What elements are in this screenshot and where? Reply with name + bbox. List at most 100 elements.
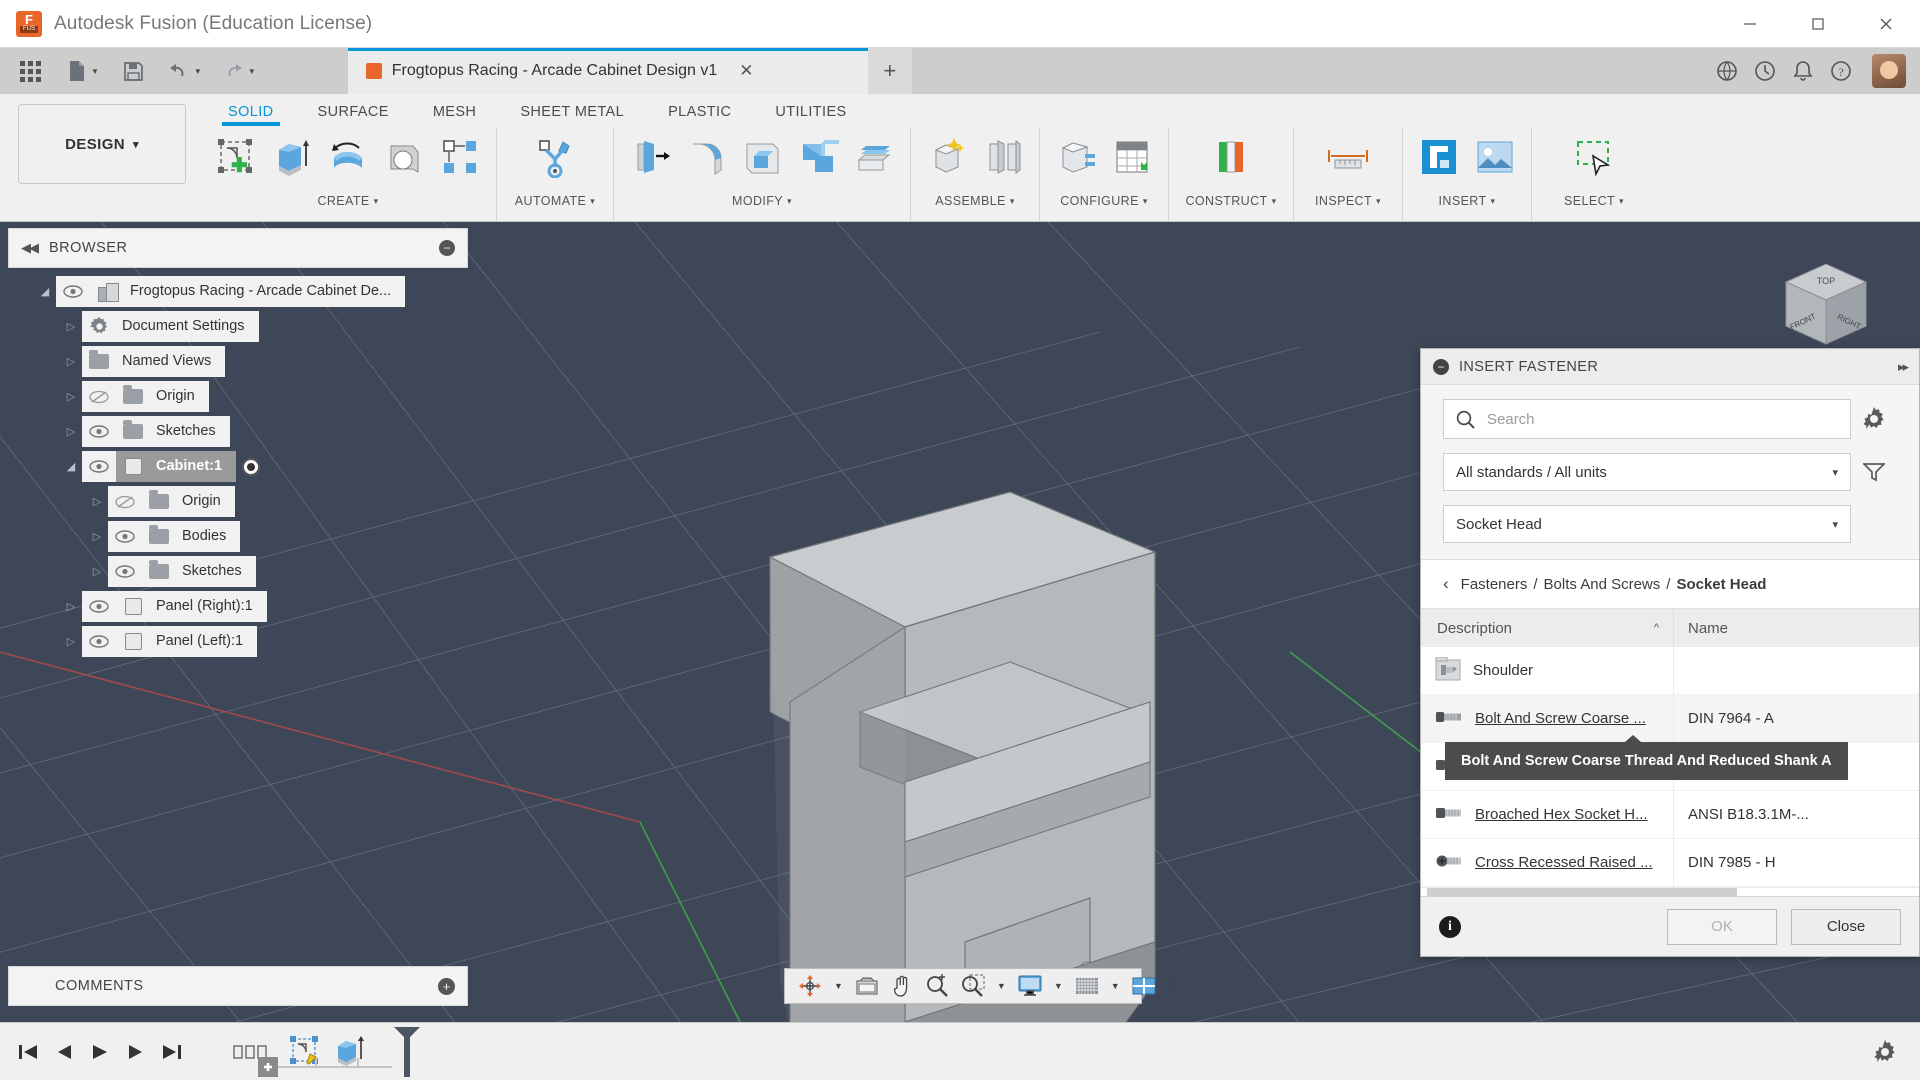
activate-component-radio[interactable] [242, 457, 261, 476]
sweep-icon[interactable] [376, 128, 432, 186]
row-description[interactable]: Broached Hex Socket H... [1475, 806, 1648, 823]
tree-item-root[interactable]: ◢ Frogtopus Racing - Arcade Cabinet De..… [8, 274, 468, 309]
pattern-icon[interactable] [432, 128, 488, 186]
document-tab-close-icon[interactable]: ✕ [739, 61, 753, 81]
insert-decal-icon[interactable] [1467, 128, 1523, 186]
visibility-eye-icon[interactable] [56, 276, 90, 307]
chevron-down-icon[interactable]: ▼ [1163, 971, 1182, 1001]
visibility-eye-icon[interactable] [82, 591, 116, 622]
close-button[interactable]: Close [1791, 908, 1901, 945]
table-row[interactable]: Bolt And Screw Coarse ... DIN 7964 - A [1421, 694, 1919, 743]
new-component-icon[interactable] [919, 128, 975, 186]
expand-right-icon[interactable]: ▸▸ [1898, 359, 1909, 375]
play-icon[interactable] [82, 1032, 118, 1072]
table-row[interactable]: Broached Hex Socket H... ANSI B18.3.1M-.… [1421, 790, 1919, 839]
visibility-eye-icon[interactable] [82, 626, 116, 657]
fastener-type-select[interactable]: Socket Head ▾ [1443, 505, 1851, 543]
extensions-icon[interactable] [1710, 54, 1744, 88]
display-settings-icon[interactable] [1013, 971, 1047, 1001]
expand-arrow-icon[interactable]: ▷ [60, 390, 82, 403]
tree-item-panel-left[interactable]: ▷ Panel (Left):1 [8, 624, 468, 659]
column-header-description[interactable]: Description ^ [1421, 609, 1673, 647]
zoom-icon[interactable] [920, 971, 954, 1001]
tree-item-sketches[interactable]: ▷ Sketches [8, 414, 468, 449]
scrollbar-thumb[interactable] [1427, 888, 1737, 897]
press-pull-icon[interactable] [622, 128, 678, 186]
browser-collapse-icon[interactable]: − [439, 240, 455, 256]
breadcrumb-item-bolts-and-screws[interactable]: Bolts And Screws [1544, 576, 1661, 593]
standards-select[interactable]: All standards / All units ▾ [1443, 453, 1851, 491]
visibility-eye-hidden-icon[interactable] [82, 381, 116, 412]
help-icon[interactable]: ? [1824, 54, 1858, 88]
new-tab-button[interactable]: + [867, 48, 912, 94]
table-row[interactable]: Cross Recessed Raised ... DIN 7985 - H [1421, 838, 1919, 887]
new-file-button[interactable]: ▼ [61, 52, 105, 90]
timeline-settings-gear-icon[interactable] [1868, 1035, 1902, 1069]
filter-icon[interactable] [1851, 462, 1897, 482]
construct-plane-icon[interactable] [1203, 128, 1259, 186]
column-header-name[interactable]: Name [1673, 609, 1919, 647]
breadcrumb-item-fasteners[interactable]: Fasteners [1461, 576, 1528, 593]
step-forward-icon[interactable] [118, 1032, 154, 1072]
revolve-icon[interactable] [320, 128, 376, 186]
expand-arrow-icon[interactable]: ▷ [60, 425, 82, 438]
browser-header[interactable]: ◀◀ BROWSER − [8, 228, 468, 268]
tree-item-panel-right[interactable]: ▷ Panel (Right):1 [8, 589, 468, 624]
undo-button[interactable]: ▼ [162, 52, 208, 90]
extrude-icon[interactable] [264, 128, 320, 186]
search-box[interactable] [1443, 399, 1851, 439]
viewports-icon[interactable] [1127, 971, 1161, 1001]
create-sketch-icon[interactable] [208, 128, 264, 186]
redo-button[interactable]: ▼ [216, 52, 262, 90]
select-window-icon[interactable] [1566, 128, 1622, 186]
zoom-window-icon[interactable] [956, 971, 990, 1001]
history-icon[interactable] [1748, 54, 1782, 88]
app-grid-icon[interactable] [14, 52, 47, 90]
chevron-down-icon[interactable]: ▼ [829, 971, 848, 1001]
visibility-eye-icon[interactable] [108, 556, 142, 587]
step-back-icon[interactable] [46, 1032, 82, 1072]
go-to-beginning-icon[interactable] [10, 1032, 46, 1072]
table-row[interactable]: Shoulder [1421, 646, 1919, 695]
tab-mesh[interactable]: MESH [411, 94, 499, 126]
search-input[interactable] [1487, 410, 1838, 428]
expand-arrow-icon[interactable]: ◢ [34, 285, 56, 298]
tab-surface[interactable]: SURFACE [296, 94, 411, 126]
pan-icon[interactable] [886, 971, 918, 1001]
insert-fastener-header[interactable]: − INSERT FASTENER ▸▸ [1421, 349, 1919, 385]
visibility-eye-icon[interactable] [82, 451, 116, 482]
tab-sheet-metal[interactable]: SHEET METAL [498, 94, 646, 126]
insert-mcmaster-icon[interactable] [1411, 128, 1467, 186]
fastener-settings-gear-icon[interactable] [1851, 407, 1897, 431]
tree-item-cabinet[interactable]: ◢ Cabinet:1 [8, 449, 468, 484]
chevron-down-icon[interactable]: ▼ [1049, 971, 1068, 1001]
save-button[interactable] [117, 52, 150, 90]
expand-arrow-icon[interactable]: ▷ [86, 530, 108, 543]
look-at-icon[interactable] [850, 971, 884, 1001]
comments-panel[interactable]: COMMENTS + [8, 966, 468, 1006]
table-horizontal-scrollbar[interactable] [1421, 887, 1919, 897]
tree-item-document-settings[interactable]: ▷ Document Settings [8, 309, 468, 344]
expand-arrow-icon[interactable]: ▷ [60, 355, 82, 368]
grid-snaps-icon[interactable] [1070, 971, 1104, 1001]
workspace-selector[interactable]: DESIGN ▾ [18, 104, 186, 184]
tab-solid[interactable]: SOLID [206, 94, 296, 126]
visibility-eye-hidden-icon[interactable] [108, 486, 142, 517]
go-to-end-icon[interactable] [154, 1032, 190, 1072]
expand-arrow-icon[interactable]: ▷ [60, 600, 82, 613]
automate-icon[interactable] [527, 128, 583, 186]
dialog-collapse-icon[interactable]: − [1433, 358, 1449, 375]
breadcrumb-back-icon[interactable]: ‹ [1443, 574, 1449, 594]
ok-button[interactable]: OK [1667, 908, 1777, 945]
document-tab[interactable]: Frogtopus Racing - Arcade Cabinet Design… [347, 48, 868, 94]
notifications-icon[interactable] [1786, 54, 1820, 88]
tree-item-named-views[interactable]: ▷ Named Views [8, 344, 468, 379]
combine-icon[interactable] [790, 128, 846, 186]
window-maximize-button[interactable] [1784, 0, 1852, 48]
row-description[interactable]: Cross Recessed Raised ... [1475, 854, 1653, 871]
view-cube[interactable]: TOP FRONT RIGHT [1766, 244, 1886, 364]
row-description[interactable]: Bolt And Screw Coarse ... [1475, 710, 1646, 727]
info-icon[interactable]: i [1439, 915, 1461, 938]
expand-arrow-icon[interactable]: ◢ [60, 460, 82, 473]
user-avatar[interactable] [1872, 54, 1906, 88]
